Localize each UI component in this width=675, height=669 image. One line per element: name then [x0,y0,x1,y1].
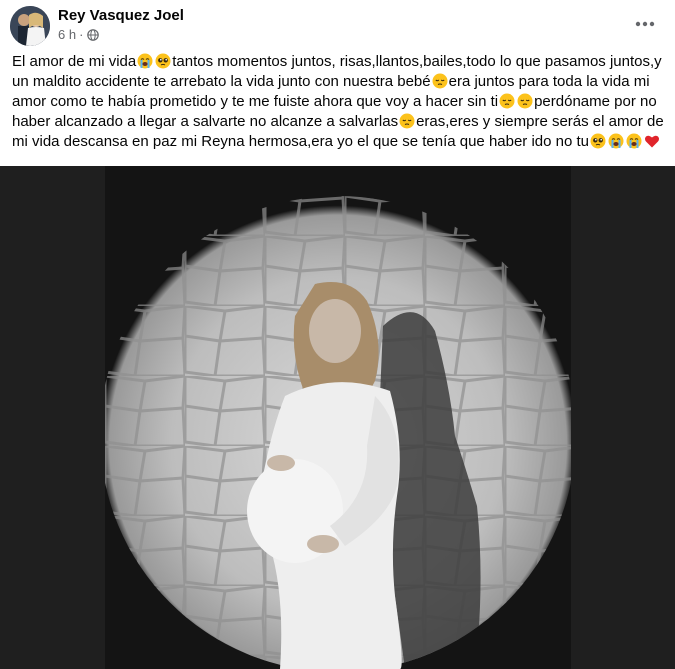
loudly-crying-face-icon [137,53,153,69]
more-options-icon[interactable] [631,10,659,38]
red-heart-icon [644,133,660,149]
pleading-face-icon [155,53,171,69]
pregnant-woman-photo[interactable] [105,166,571,669]
globe-icon[interactable] [87,28,100,41]
meta-separator: · [79,27,84,42]
post-meta: 6 h · [58,27,100,42]
pensive-face-icon [499,93,515,109]
text-segment: El amor de mi vida [12,53,137,70]
loudly-crying-face-icon [608,133,624,149]
post-time[interactable]: 6 h [58,27,76,42]
author-avatar[interactable] [10,6,50,46]
facebook-post: Rey Vasquez Joel 6 h · El amor de mi vid… [0,0,675,669]
pensive-face-icon [517,93,533,109]
pensive-face-icon [399,113,415,129]
post-text: El amor de mi vida tantos momentos juntos… [12,52,664,152]
photo-container[interactable] [0,166,675,669]
pleading-face-icon [590,133,606,149]
pensive-face-icon [432,73,448,89]
author-name[interactable]: Rey Vasquez Joel [58,7,184,24]
post-header: Rey Vasquez Joel 6 h · [10,6,675,46]
loudly-crying-face-icon [626,133,642,149]
